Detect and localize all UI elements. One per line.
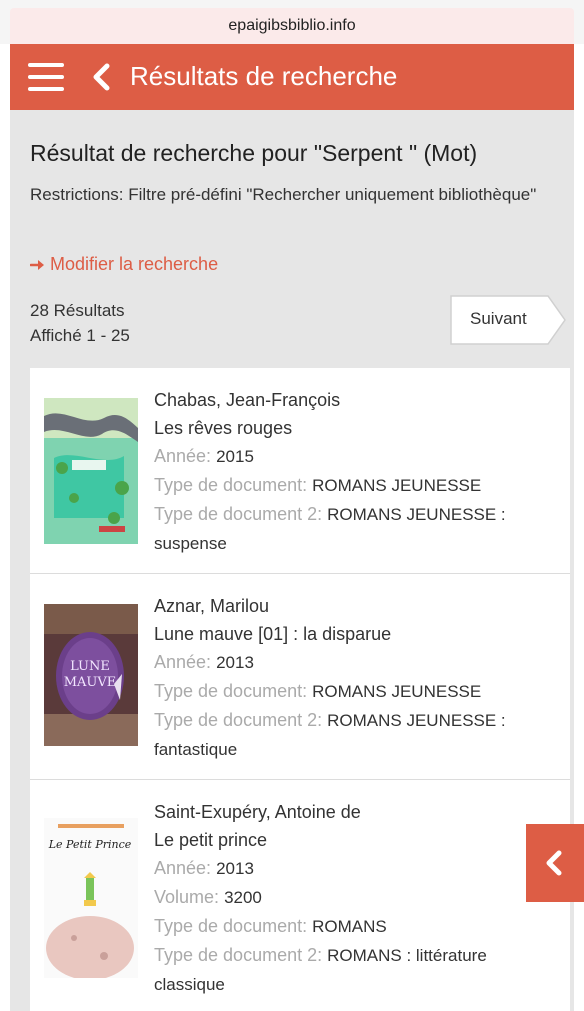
url-field[interactable]: epaigibsbiblio.info — [10, 8, 574, 44]
result-doc-type: ROMANS — [312, 917, 387, 936]
restrictions-text: Restrictions: Filtre pré-défini "Recherc… — [30, 185, 537, 204]
result-item[interactable]: Le Petit Prince Saint-Exupéry, Antoine d… — [30, 780, 570, 1011]
doc-type-label: Type de document: — [154, 681, 308, 701]
results-count: 28 Résultats — [30, 301, 125, 320]
volume-label: Volume: — [154, 887, 220, 907]
result-doc-type2: ROMANS JEUNESSE : — [327, 711, 506, 730]
hamburger-menu-icon[interactable] — [28, 63, 64, 91]
result-year: 2013 — [216, 859, 254, 878]
next-page-button[interactable]: Suivant — [450, 295, 566, 345]
doc-type2-label: Type de document 2: — [154, 710, 323, 730]
cover-title-line1: LUNE — [70, 659, 110, 674]
arrow-right-icon — [30, 259, 44, 270]
book-cover-le-petit-prince[interactable]: Le Petit Prince — [44, 818, 138, 983]
result-item[interactable]: Chabas, Jean-François Les rêves rouges A… — [30, 368, 570, 574]
result-title[interactable]: Les rêves rouges — [154, 414, 564, 442]
result-doc-type2-cont: fantastique — [154, 740, 238, 759]
result-author[interactable]: Saint-Exupéry, Antoine de — [154, 798, 564, 826]
book-cover-les-reves-rouges[interactable] — [44, 398, 138, 549]
result-year: 2015 — [216, 447, 254, 466]
doc-type2-label: Type de document 2: — [154, 504, 323, 524]
result-item[interactable]: LUNE MAUVE Aznar, Marilou Lune mauve [01… — [30, 574, 570, 780]
results-heading: Résultat de recherche pour "Serpent " (M… — [30, 140, 478, 166]
chevron-left-icon — [546, 850, 562, 876]
result-doc-type: ROMANS JEUNESSE — [312, 476, 482, 495]
result-year: 2013 — [216, 653, 254, 672]
result-doc-type2: ROMANS : littérature — [327, 946, 487, 965]
page-title: Résultats de recherche — [130, 61, 398, 91]
cover-title: Le Petit Prince — [48, 838, 132, 851]
year-label: Année: — [154, 858, 212, 878]
result-details: Saint-Exupéry, Antoine de Le petit princ… — [154, 798, 564, 999]
result-author[interactable]: Aznar, Marilou — [154, 592, 564, 620]
result-details: Chabas, Jean-François Les rêves rouges A… — [154, 386, 564, 558]
result-details: Aznar, Marilou Lune mauve [01] : la disp… — [154, 592, 564, 764]
book-cover-lune-mauve[interactable]: LUNE MAUVE — [44, 604, 138, 751]
doc-type2-label: Type de document 2: — [154, 945, 323, 965]
result-title[interactable]: Le petit prince — [154, 826, 564, 854]
browser-url-bar: epaigibsbiblio.info — [0, 0, 584, 44]
modify-search-label: Modifier la recherche — [50, 254, 219, 274]
modify-search-link[interactable]: Modifier la recherche — [30, 254, 218, 275]
next-page-label: Suivant — [470, 309, 527, 328]
chevron-left-icon[interactable] — [90, 62, 112, 92]
side-panel-toggle[interactable] — [526, 824, 584, 902]
result-doc-type2: ROMANS JEUNESSE : — [327, 505, 506, 524]
app-header: Résultats de recherche — [10, 44, 574, 110]
year-label: Année: — [154, 652, 212, 672]
doc-type-label: Type de document: — [154, 475, 308, 495]
results-list: Chabas, Jean-François Les rêves rouges A… — [30, 368, 570, 1011]
result-author[interactable]: Chabas, Jean-François — [154, 386, 564, 414]
result-doc-type: ROMANS JEUNESSE — [312, 682, 482, 701]
cover-title-line2: MAUVE — [64, 675, 117, 690]
result-volume: 3200 — [224, 888, 262, 907]
year-label: Année: — [154, 446, 212, 466]
results-displayed: Affiché 1 - 25 — [30, 326, 130, 345]
result-doc-type2-cont: classique — [154, 975, 225, 994]
doc-type-label: Type de document: — [154, 916, 308, 936]
url-text: epaigibsbiblio.info — [228, 17, 356, 34]
search-results-page: Résultat de recherche pour "Serpent " (M… — [10, 110, 574, 1011]
result-doc-type2-cont: suspense — [154, 534, 227, 553]
result-title[interactable]: Lune mauve [01] : la disparue — [154, 620, 564, 648]
results-counts: 28 Résultats Affiché 1 - 25 — [30, 298, 130, 348]
